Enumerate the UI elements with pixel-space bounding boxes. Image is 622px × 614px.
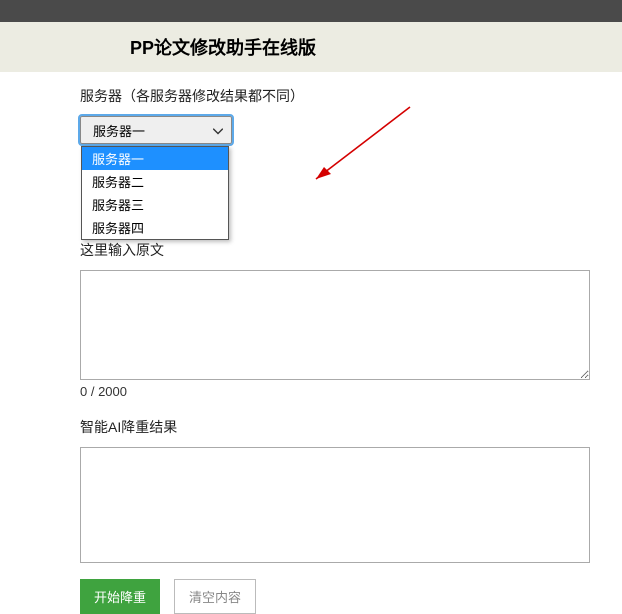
server-option-1[interactable]: 服务器一 xyxy=(82,147,228,170)
output-section: 智能AI降重结果 xyxy=(80,417,602,563)
server-option-3[interactable]: 服务器三 xyxy=(82,193,228,216)
char-counter: 0 / 2000 xyxy=(80,384,602,399)
window-top-bar xyxy=(0,0,622,22)
server-dropdown: 服务器一 服务器二 服务器三 服务器四 xyxy=(81,146,229,240)
input-label: 这里输入原文 xyxy=(80,240,602,260)
output-label: 智能AI降重结果 xyxy=(80,417,602,437)
main-content: 服务器（各服务器修改结果都不同） 服务器一 服务器一 服务器二 服务器三 服务器… xyxy=(0,72,622,614)
input-section: 这里输入原文 0 / 2000 xyxy=(80,240,602,399)
annotation-arrow-icon xyxy=(240,101,420,211)
server-option-4[interactable]: 服务器四 xyxy=(82,216,228,239)
result-textarea[interactable] xyxy=(80,447,590,563)
server-select[interactable]: 服务器一 xyxy=(80,116,232,144)
source-textarea[interactable] xyxy=(80,270,590,380)
server-select-wrap: 服务器一 服务器一 服务器二 服务器三 服务器四 xyxy=(80,116,602,144)
server-option-2[interactable]: 服务器二 xyxy=(82,170,228,193)
chevron-down-icon xyxy=(213,123,223,138)
server-label: 服务器（各服务器修改结果都不同） xyxy=(80,86,602,106)
page-title: PP论文修改助手在线版 xyxy=(0,22,622,72)
server-select-value: 服务器一 xyxy=(93,121,145,140)
